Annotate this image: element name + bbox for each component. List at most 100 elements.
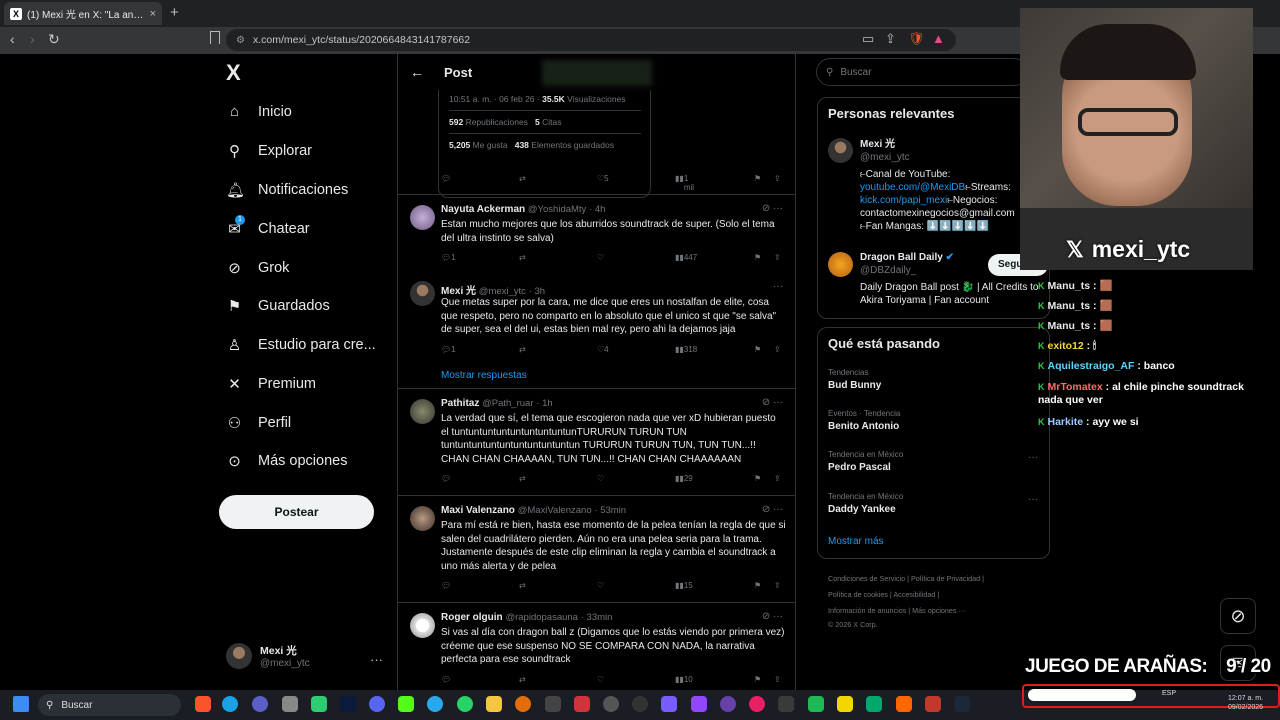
share-icon[interactable]: ⇪ xyxy=(774,174,781,183)
footer-links[interactable]: Información de anuncios | Más opciones ·… xyxy=(828,606,966,615)
views-icon[interactable]: ▮▮ 10 xyxy=(675,675,693,684)
reply-icon[interactable]: 💬︎ 1 xyxy=(441,345,456,354)
post-reposts-quotes[interactable]: 592 Republicaciones 5 Citas xyxy=(449,117,562,127)
views-icon[interactable]: ▮▮ 29 xyxy=(675,474,693,483)
app-icon[interactable] xyxy=(749,696,765,712)
bookmark-icon[interactable]: ⚑ xyxy=(754,675,761,684)
more-options-icon[interactable]: ⊘ ··· xyxy=(762,504,783,515)
bookmark-icon[interactable]: ⚑ xyxy=(754,345,761,354)
sidebar-item-premium[interactable]: ✕ Premium xyxy=(226,375,316,393)
sidebar-item-inicio[interactable]: ⌂ Inicio xyxy=(226,103,292,120)
app-icon[interactable] xyxy=(837,696,853,712)
address-bar[interactable]: ⚙ x.com/mexi_ytc/status/2020664843141787… xyxy=(226,29,956,51)
bookmark-icon[interactable]: ⚑ xyxy=(754,253,761,262)
reload-icon[interactable]: ↻ xyxy=(48,31,60,48)
like-icon[interactable]: ♡ 5 xyxy=(597,174,609,183)
app-icon[interactable] xyxy=(661,696,677,712)
back-arrow-icon[interactable]: ‹ xyxy=(10,31,15,47)
sidebar-item-explorar[interactable]: ⚲ Explorar xyxy=(226,142,312,160)
reply-icon[interactable]: 💬︎ xyxy=(441,581,451,590)
share-icon[interactable]: ⇪ xyxy=(774,581,781,590)
app-icon[interactable] xyxy=(866,696,882,712)
reply-author[interactable]: Pathitaz @Path_ruar · 1h xyxy=(441,398,553,409)
post-button[interactable]: Postear xyxy=(219,495,374,529)
repost-icon[interactable]: ⇄ xyxy=(519,675,526,684)
trend-item[interactable]: Tendencia en México Pedro Pascal ··· xyxy=(828,450,1038,473)
back-button[interactable]: ← xyxy=(410,64,424,80)
avatar[interactable] xyxy=(410,399,435,424)
app-icon[interactable] xyxy=(252,696,268,712)
trend-item[interactable]: Eventos · Tendencia Benito Antonio xyxy=(828,409,1038,432)
show-more-link[interactable]: Mostrar más xyxy=(828,536,884,547)
reply-item[interactable]: Mexi 光 @mexi_ytc · 3h ··· Que metas supe… xyxy=(398,273,795,387)
like-icon[interactable]: ♡ 4 xyxy=(597,345,609,354)
reply-item[interactable]: Nayuta Ackerman @YoshidaMty · 4h ⊘ ··· E… xyxy=(398,195,795,273)
post-likes-saves[interactable]: 5,205 Me gusta 438 Elementos guardados xyxy=(449,140,614,150)
like-icon[interactable]: ♡ xyxy=(597,253,604,262)
cast-icon[interactable]: ▭ xyxy=(862,31,874,47)
more-options-icon[interactable]: ··· xyxy=(773,281,783,292)
reply-icon[interactable]: 💬︎ 1 xyxy=(441,253,456,262)
sidebar-item-notificaciones[interactable]: 🔔︎ Notificaciones xyxy=(226,181,348,199)
reply-author[interactable]: Maxi Valenzano @MaxiValenzano · 53min xyxy=(441,505,626,516)
search-input[interactable]: ⚲ Buscar xyxy=(816,58,1028,86)
steam-app-icon[interactable] xyxy=(954,696,970,712)
more-options-icon[interactable]: ⊘ ··· xyxy=(762,203,783,214)
x-logo-icon[interactable]: X xyxy=(226,60,241,86)
brave-shield-icon[interactable]: 🛡 xyxy=(908,31,925,47)
site-info-icon[interactable]: ⚙ xyxy=(236,35,245,46)
close-tab-icon[interactable]: × xyxy=(150,8,156,20)
kick-link[interactable]: kick.com/papi_mexi xyxy=(860,195,947,206)
avatar[interactable] xyxy=(828,138,853,163)
app-icon[interactable] xyxy=(311,696,327,712)
avatar[interactable] xyxy=(410,613,435,638)
like-icon[interactable]: ♡ xyxy=(597,581,604,590)
sidebar-item-mas-opciones[interactable]: ⊙ Más opciones xyxy=(226,452,347,470)
app-icon[interactable] xyxy=(778,696,794,712)
browser-tab[interactable]: X (1) Mexi 光 en X: "La animación × xyxy=(4,2,162,25)
app-icon[interactable] xyxy=(720,696,736,712)
views-icon[interactable]: ▮▮ 447 xyxy=(675,253,697,262)
bookmark-icon[interactable]: ⚑ xyxy=(754,174,761,183)
app-icon[interactable] xyxy=(574,696,590,712)
bookmark-page-icon[interactable] xyxy=(210,31,220,44)
share-icon[interactable]: ⇪ xyxy=(774,253,781,262)
app-icon[interactable] xyxy=(545,696,561,712)
reply-item[interactable]: Maxi Valenzano @MaxiValenzano · 53min ⊘ … xyxy=(398,496,795,602)
sidebar-item-grok[interactable]: ⊘ Grok xyxy=(226,259,289,277)
account-switcher[interactable]: Mexi 光 @mexi_ytc xyxy=(226,643,310,669)
sidebar-item-perfil[interactable]: ⚇ Perfil xyxy=(226,414,291,432)
share-icon[interactable]: ⇪ xyxy=(774,675,781,684)
system-clock[interactable]: 12:07 a. m. 09/02/2026 xyxy=(1228,694,1263,712)
brave-app-icon[interactable] xyxy=(195,696,211,712)
avatar[interactable] xyxy=(410,205,435,230)
sidebar-item-guardados[interactable]: ⚑ Guardados xyxy=(226,297,330,315)
trend-item[interactable]: Tendencia en México Daddy Yankee ··· xyxy=(828,492,1038,515)
like-icon[interactable]: ♡ xyxy=(597,474,604,483)
windows-start-icon[interactable] xyxy=(13,696,29,712)
more-options-icon[interactable]: ⊘ ··· xyxy=(762,611,783,622)
like-icon[interactable]: ♡ xyxy=(597,675,604,684)
bookmark-icon[interactable]: ⚑ xyxy=(754,474,761,483)
trend-item[interactable]: Tendencias Bud Bunny xyxy=(828,368,1038,391)
telegram-app-icon[interactable] xyxy=(427,696,443,712)
photoshop-app-icon[interactable] xyxy=(340,696,356,712)
reply-icon[interactable]: 💬︎ xyxy=(441,174,451,183)
more-options-icon[interactable]: ··· xyxy=(1028,494,1038,505)
app-icon[interactable] xyxy=(896,696,912,712)
avatar[interactable] xyxy=(410,506,435,531)
footer-links[interactable]: Política de cookies | Accesibilidad | xyxy=(828,590,939,599)
reply-item[interactable]: Roger olguin @rapidopasauna · 33min ⊘ ··… xyxy=(398,603,795,690)
more-options-icon[interactable]: ⊘ ··· xyxy=(762,397,783,408)
app-icon[interactable] xyxy=(398,696,414,712)
reply-icon[interactable]: 💬︎ xyxy=(441,474,451,483)
file-explorer-icon[interactable] xyxy=(486,696,502,712)
account-more-icon[interactable]: ··· xyxy=(370,652,383,667)
show-replies-link[interactable]: Mostrar respuestas xyxy=(441,370,527,381)
avatar[interactable] xyxy=(828,252,853,277)
obs-app-icon[interactable] xyxy=(632,696,648,712)
new-tab-button[interactable]: + xyxy=(170,4,179,21)
views-icon[interactable]: ▮▮ 15 xyxy=(675,581,693,590)
bookmark-icon[interactable]: ⚑ xyxy=(754,581,761,590)
reply-author[interactable]: Roger olguin @rapidopasauna · 33min xyxy=(441,612,612,623)
